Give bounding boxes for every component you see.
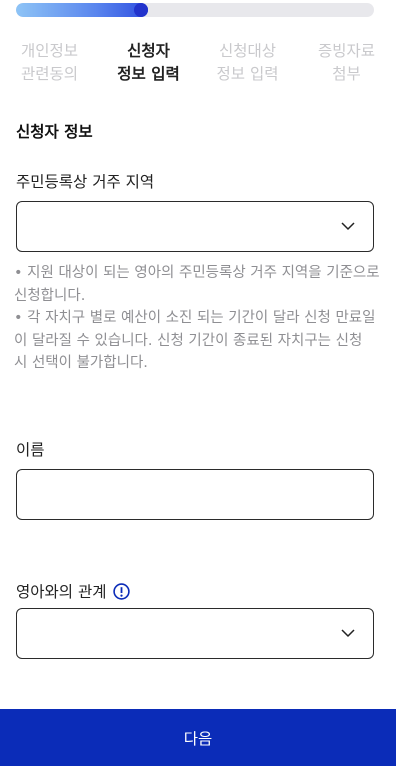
- name-field[interactable]: [16, 469, 374, 520]
- progress-bar: [16, 3, 374, 17]
- section-title: 신청자 정보: [16, 123, 93, 141]
- step-label: 개인정보: [20, 42, 79, 60]
- name-label: 이름: [16, 438, 45, 460]
- step-label: 신청대상: [218, 42, 277, 60]
- step-label: 관련동의: [20, 65, 79, 83]
- note-text: • 각 자치구 별로 예산이 소진 되는 기간이 달라 신청 만료일이 달라질 …: [14, 310, 376, 371]
- region-label: 주민등록상 거주 지역: [16, 170, 154, 192]
- step-attach-documents: 증빙자료 첨부: [297, 40, 396, 86]
- info-circle-icon: [112, 582, 130, 600]
- region-select[interactable]: [16, 201, 374, 252]
- name-input[interactable]: [17, 470, 373, 519]
- step-label: 신청자: [127, 42, 170, 60]
- next-button[interactable]: 다음: [0, 709, 396, 766]
- chevron-down-icon: [341, 222, 355, 231]
- step-indicator: 개인정보 관련동의 신청자 정보 입력 신청대상 정보 입력 증빙자료 첨부: [0, 40, 396, 86]
- chevron-down-icon: [341, 629, 355, 638]
- step-label: 첨부: [332, 65, 361, 83]
- info-icon[interactable]: [112, 582, 130, 600]
- relation-label-text: 영아와의 관계: [16, 583, 107, 601]
- relation-label: 영아와의 관계: [16, 580, 130, 602]
- progress-fill: [16, 3, 149, 17]
- region-notes: • 지원 대상이 되는 영아의 주민등록상 거주 지역을 기준으로 신청합니다.…: [14, 262, 380, 375]
- region-label-text: 주민등록상 거주 지역: [16, 173, 155, 191]
- step-label: 정보 입력: [216, 65, 279, 83]
- step-label: 증빙자료: [317, 42, 376, 60]
- step-privacy-consent: 개인정보 관련동의: [0, 40, 99, 86]
- name-label-text: 이름: [16, 441, 45, 459]
- step-target-info: 신청대상 정보 입력: [198, 40, 297, 86]
- step-label: 정보 입력: [117, 65, 180, 83]
- relation-select[interactable]: [16, 608, 374, 659]
- note-text: • 지원 대상이 되는 영아의 주민등록상 거주 지역을 기준으로 신청합니다.: [14, 265, 380, 304]
- step-applicant-info: 신청자 정보 입력: [99, 40, 198, 86]
